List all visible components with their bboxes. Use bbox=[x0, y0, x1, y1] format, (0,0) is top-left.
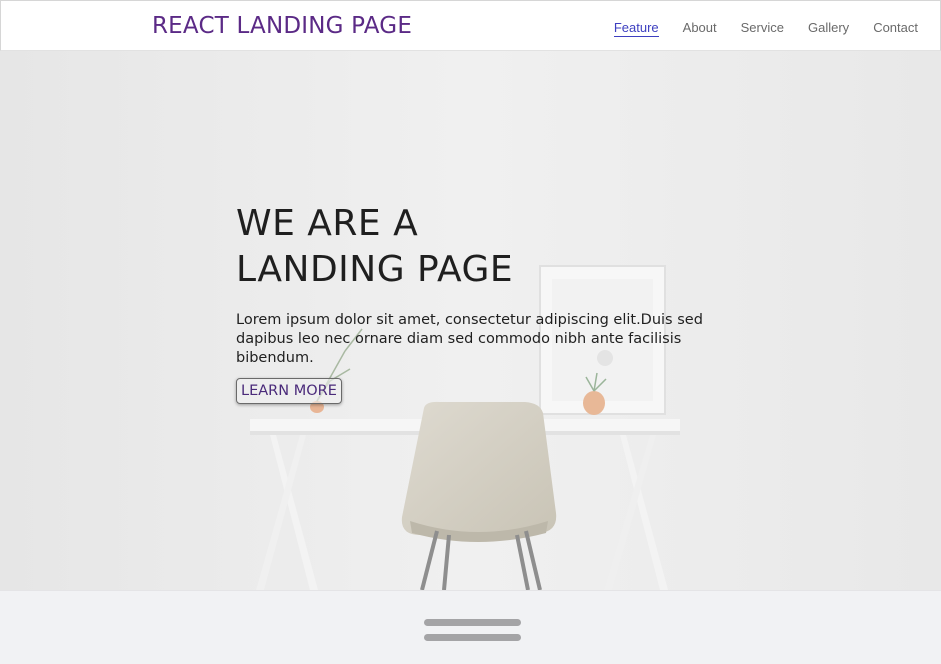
bottom-panel bbox=[0, 590, 941, 664]
brand-logo[interactable]: REACT LANDING PAGE bbox=[152, 13, 412, 39]
nav-links: Feature About Service Gallery Contact bbox=[590, 19, 918, 37]
nav-link-contact[interactable]: Contact bbox=[873, 19, 918, 37]
hero-title-line-1: WE ARE A bbox=[236, 203, 419, 244]
nav-link-service[interactable]: Service bbox=[741, 19, 784, 37]
hero-section: WE ARE A LANDING PAGE Lorem ipsum dolor … bbox=[0, 51, 941, 590]
drag-handle-icon[interactable] bbox=[424, 634, 521, 641]
navbar: REACT LANDING PAGE Feature About Service… bbox=[0, 0, 941, 51]
hero-title-line-2: LANDING PAGE bbox=[236, 249, 514, 290]
learn-more-button[interactable]: LEARN MORE bbox=[236, 378, 342, 404]
hero-description: Lorem ipsum dolor sit amet, consectetur … bbox=[236, 312, 703, 366]
hero-title: WE ARE A LANDING PAGE bbox=[236, 201, 706, 293]
nav-link-gallery[interactable]: Gallery bbox=[808, 19, 849, 37]
hero-content: WE ARE A LANDING PAGE Lorem ipsum dolor … bbox=[236, 201, 706, 404]
nav-link-about[interactable]: About bbox=[683, 19, 717, 37]
nav-link-feature[interactable]: Feature bbox=[613, 19, 659, 37]
drag-handle-icon[interactable] bbox=[424, 619, 521, 626]
